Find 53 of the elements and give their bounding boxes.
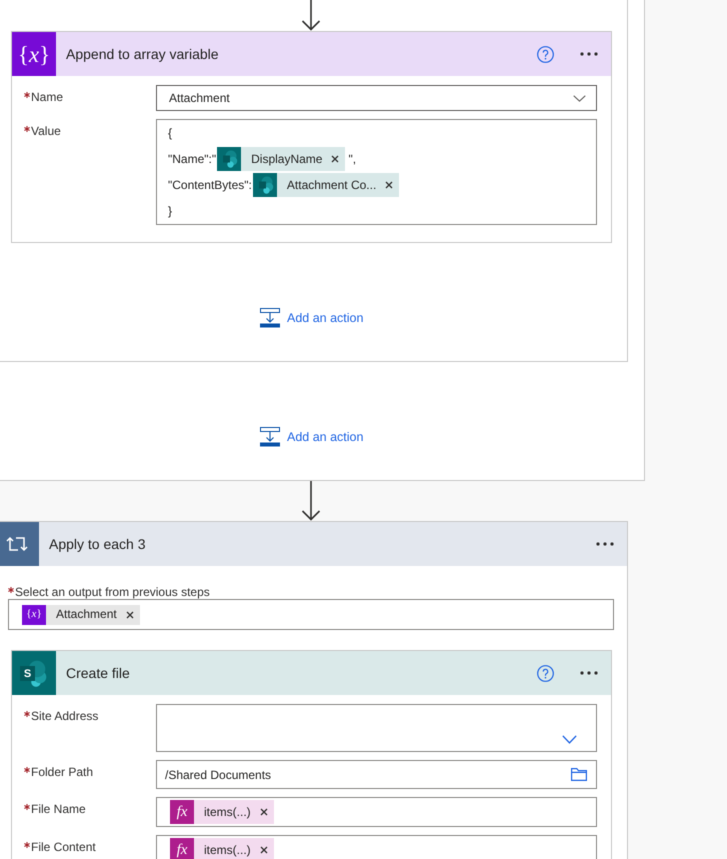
content-token[interactable]: fx items(...) — [170, 838, 274, 859]
variable-icon: {x} — [12, 32, 56, 76]
card-title: Apply to each 3 — [49, 536, 147, 552]
add-action-link[interactable]: Add an action — [259, 427, 364, 447]
dropdown-field[interactable]: Attachment — [156, 85, 597, 111]
content-token[interactable]: Attachment Co... — [252, 173, 400, 197]
text-area-field[interactable]: { "Name":" DisplayName ", "ContentBytes": Attachment Co... } — [156, 119, 597, 225]
function-icon: fx — [170, 838, 194, 859]
card-title: Append to array variable — [66, 46, 220, 62]
input-field[interactable]: fx items(...) — [156, 797, 597, 827]
field-label: Name — [31, 89, 64, 105]
value-text: } — [168, 204, 172, 218]
value-text: ", — [348, 152, 356, 166]
input-field[interactable]: /Shared Documents — [156, 760, 597, 789]
logo-icon — [217, 147, 242, 171]
help-icon[interactable] — [537, 46, 554, 62]
close-icon[interactable] — [385, 181, 394, 189]
close-icon[interactable] — [126, 610, 134, 618]
insert-step-icon — [259, 308, 281, 328]
logo-icon — [252, 173, 277, 197]
close-icon[interactable] — [331, 155, 340, 163]
field-label: Site Address — [31, 708, 98, 724]
value-text: "Name":" — [168, 152, 216, 166]
connector-arrow — [301, 0, 321, 31]
insert-step-icon — [259, 427, 281, 447]
card-title: Create file — [66, 665, 131, 681]
field-label: Select an output from previous steps — [15, 585, 210, 599]
close-icon[interactable] — [260, 808, 268, 816]
value-text: "ContentBytes": — [168, 178, 252, 192]
more-options-icon[interactable] — [596, 542, 614, 546]
folder-icon[interactable] — [571, 768, 587, 781]
logo-icon: S — [12, 651, 56, 695]
connector-arrow — [301, 481, 321, 521]
more-options-icon[interactable] — [580, 671, 598, 675]
function-icon: fx — [170, 800, 194, 824]
more-options-icon[interactable] — [580, 52, 598, 56]
dropdown-field[interactable] — [156, 704, 597, 752]
field-label: Folder Path — [31, 764, 94, 780]
value-text: { — [168, 126, 172, 140]
input-field[interactable]: {x} Attachment — [8, 599, 614, 630]
content-token[interactable]: fx items(...) — [170, 800, 274, 824]
close-icon[interactable] — [260, 846, 268, 854]
content-token[interactable]: {x} Attachment — [22, 604, 140, 624]
content-token[interactable]: DisplayName — [217, 147, 346, 171]
add-action-link[interactable]: Add an action — [259, 308, 364, 328]
field-label: Value — [31, 123, 61, 139]
field-label: File Name — [31, 801, 86, 817]
chevron-down-icon[interactable] — [573, 94, 586, 102]
field-label: File Content — [31, 839, 96, 855]
help-icon[interactable] — [537, 664, 554, 682]
chevron-down-icon[interactable] — [562, 735, 577, 744]
variable-icon: {x} — [22, 604, 46, 624]
input-field[interactable]: fx items(...) — [156, 835, 597, 859]
